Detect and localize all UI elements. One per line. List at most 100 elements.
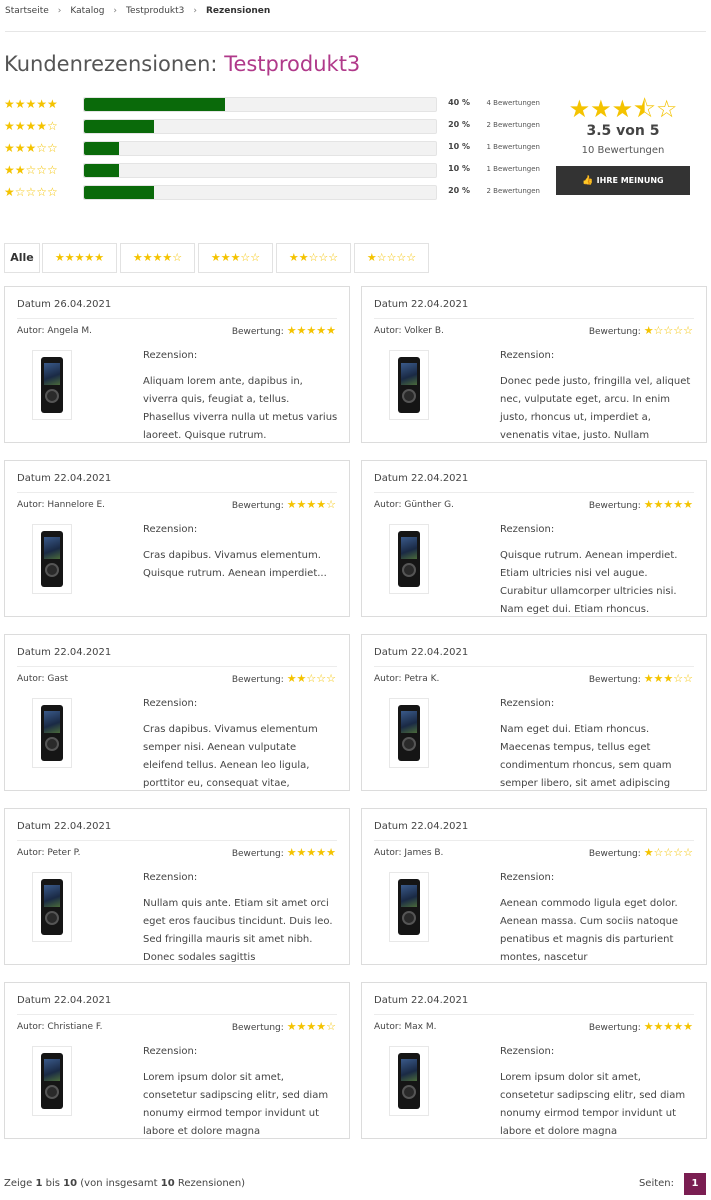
product-thumbnail[interactable] bbox=[32, 524, 72, 594]
filter-3-stars[interactable]: ★★★☆☆ bbox=[198, 243, 273, 273]
date-label: Datum bbox=[374, 995, 408, 1006]
divider bbox=[374, 840, 694, 841]
review-label: Rezension: bbox=[500, 698, 555, 709]
breadcrumb-katalog[interactable]: Katalog bbox=[70, 6, 104, 16]
phone-image bbox=[41, 879, 63, 935]
filter-2-stars[interactable]: ★★☆☆☆ bbox=[276, 243, 351, 273]
author-label: Autor: bbox=[17, 848, 45, 858]
review-card: Datum 22.04.2021 Autor: Max M. Bewertung: … bbox=[361, 982, 707, 1139]
breadcrumb-current: Rezensionen bbox=[205, 6, 271, 16]
rating-label: Bewertung: bbox=[231, 1023, 284, 1033]
write-review-label: IHRE MEINUNG bbox=[596, 176, 664, 185]
date-value: 22.04.2021 bbox=[411, 995, 469, 1006]
review-rating: Bewertung: ★☆☆☆☆ bbox=[589, 324, 693, 337]
review-label: Rezension: bbox=[500, 1046, 555, 1057]
date-label: Datum bbox=[374, 821, 408, 832]
product-thumbnail[interactable] bbox=[389, 698, 429, 768]
phone-image bbox=[41, 1053, 63, 1109]
write-review-button[interactable]: 👍 IHRE MEINUNG bbox=[556, 166, 690, 195]
progress-track bbox=[83, 163, 437, 178]
author-name: Angela M. bbox=[47, 326, 92, 336]
review-author: Autor: Peter P. bbox=[17, 848, 81, 858]
row-stars: ★★★☆☆ bbox=[4, 141, 58, 155]
review-card: Datum 26.04.2021 Autor: Angela M. Bewertun… bbox=[4, 286, 350, 443]
review-text: Nam eget dui. Etiam rhoncus. Maecenas te… bbox=[500, 724, 672, 789]
filter-4-stars[interactable]: ★★★★☆ bbox=[120, 243, 195, 273]
filter-1-star[interactable]: ★☆☆☆☆ bbox=[354, 243, 429, 273]
rating-label: Bewertung: bbox=[231, 849, 284, 859]
date-value: 22.04.2021 bbox=[411, 299, 469, 310]
row-stars: ★☆☆☆☆ bbox=[4, 185, 58, 199]
product-thumbnail[interactable] bbox=[32, 1046, 72, 1116]
page-1-button[interactable]: 1 bbox=[684, 1173, 706, 1195]
rating-stars: ★☆☆☆☆ bbox=[643, 324, 693, 337]
author-name: Christiane F. bbox=[47, 1022, 103, 1032]
divider bbox=[374, 1014, 694, 1015]
review-label: Rezension: bbox=[143, 350, 198, 361]
review-card: Datum 22.04.2021 Autor: Petra K. Bewertung… bbox=[361, 634, 707, 791]
date-label: Datum bbox=[374, 473, 408, 484]
review-author: Autor: Max M. bbox=[374, 1022, 436, 1032]
review-text: Aliquam lorem ante, dapibus in, viverra … bbox=[143, 376, 338, 441]
pagination-total: 10 bbox=[160, 1178, 175, 1189]
product-thumbnail[interactable] bbox=[32, 698, 72, 768]
pagination-text: (von insgesamt bbox=[80, 1178, 158, 1189]
distribution-row: ★★★★★ 40 % 4 Bewertungen bbox=[4, 96, 544, 112]
pagination-info: Zeige 1 bis 10 (von insgesamt 10 Rezensi… bbox=[4, 1178, 245, 1189]
average-stars: ★★★⯪☆ bbox=[568, 95, 678, 123]
review-label: Rezension: bbox=[500, 872, 555, 883]
divider bbox=[17, 318, 337, 319]
phone-image bbox=[398, 531, 420, 587]
thumbs-up-icon: 👍 bbox=[582, 176, 594, 186]
phone-image bbox=[41, 705, 63, 761]
review-author: Autor: Gast bbox=[17, 674, 68, 684]
row-percent: 40 % bbox=[448, 98, 470, 107]
filter-5-stars[interactable]: ★★★★★ bbox=[42, 243, 117, 273]
page-title: Kundenrezensionen: Testprodukt3 bbox=[4, 52, 360, 76]
review-label: Rezension: bbox=[143, 1046, 198, 1057]
review-author: Autor: Günther G. bbox=[374, 500, 454, 510]
review-rating: Bewertung: ★★★★★ bbox=[232, 324, 336, 337]
date-value: 22.04.2021 bbox=[54, 473, 112, 484]
phone-image bbox=[41, 357, 63, 413]
breadcrumb-product[interactable]: Testprodukt3 bbox=[126, 6, 184, 16]
divider bbox=[17, 840, 337, 841]
progress-track bbox=[83, 119, 437, 134]
review-rating: Bewertung: ★☆☆☆☆ bbox=[589, 846, 693, 859]
progress-track bbox=[83, 97, 437, 112]
row-count: 1 Bewertungen bbox=[486, 143, 540, 151]
author-name: Hannelore E. bbox=[47, 500, 106, 510]
progress-track bbox=[83, 141, 437, 156]
product-thumbnail[interactable] bbox=[389, 350, 429, 420]
chevron-right-icon: › bbox=[193, 6, 197, 16]
review-author: Autor: Petra K. bbox=[374, 674, 439, 684]
chevron-right-icon: › bbox=[57, 6, 62, 16]
author-name: Peter P. bbox=[47, 848, 81, 858]
product-thumbnail[interactable] bbox=[32, 350, 72, 420]
review-text: Aenean commodo ligula eget dolor. Aenean… bbox=[500, 898, 679, 963]
product-thumbnail[interactable] bbox=[32, 872, 72, 942]
date-label: Datum bbox=[17, 299, 51, 310]
progress-fill bbox=[84, 164, 120, 177]
filter-stars: ★★★★★ bbox=[54, 251, 105, 264]
rating-stars: ★★★★☆ bbox=[286, 498, 336, 511]
filter-stars: ★★★★☆ bbox=[132, 251, 183, 264]
review-card: Datum 22.04.2021 Autor: Peter P. Bewertung… bbox=[4, 808, 350, 965]
divider bbox=[374, 318, 694, 319]
product-thumbnail[interactable] bbox=[389, 872, 429, 942]
review-label: Rezension: bbox=[143, 872, 198, 883]
product-thumbnail[interactable] bbox=[389, 524, 429, 594]
rating-label: Bewertung: bbox=[231, 501, 284, 511]
author-name: James B. bbox=[404, 848, 444, 858]
review-author: Autor: Christiane F. bbox=[17, 1022, 102, 1032]
phone-image bbox=[41, 531, 63, 587]
title-product-link[interactable]: Testprodukt3 bbox=[224, 52, 360, 76]
breadcrumb-startseite[interactable]: Startseite bbox=[5, 6, 49, 16]
product-thumbnail[interactable] bbox=[389, 1046, 429, 1116]
author-name: Petra K. bbox=[404, 674, 440, 684]
pagination-text: Rezensionen) bbox=[177, 1178, 246, 1189]
author-name: Günther G. bbox=[404, 500, 454, 510]
filter-all[interactable]: Alle bbox=[4, 243, 40, 273]
review-date: Datum 22.04.2021 bbox=[374, 473, 468, 484]
review-rating: Bewertung: ★★★★☆ bbox=[232, 1020, 336, 1033]
